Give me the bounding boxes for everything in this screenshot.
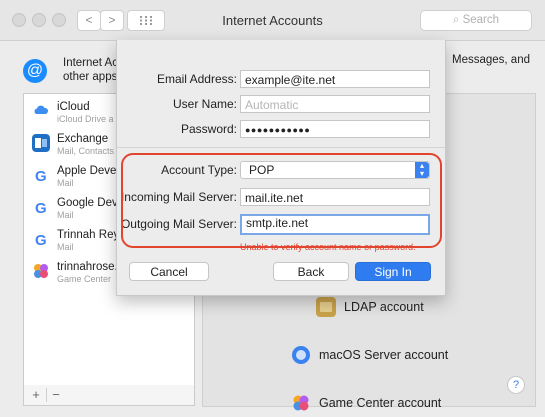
ldap-account-label: LDAP account [344, 300, 424, 314]
header-line-1: Internet Ac [63, 57, 118, 69]
search-field[interactable]: ⌕ Search [420, 10, 532, 31]
svg-text:G: G [35, 168, 47, 184]
sidebar-bottom-bar: + − [23, 385, 195, 406]
help-button[interactable]: ? [507, 376, 525, 394]
account-subtitle: iCloud Drive a [57, 114, 114, 124]
account-name: iCloud [57, 101, 90, 113]
macos-server-account-label: macOS Server account [319, 348, 449, 362]
account-name: Exchange [57, 133, 109, 145]
account-subtitle: Mail [57, 210, 74, 220]
cancel-button[interactable]: Cancel [129, 262, 209, 281]
account-name: Trinnah Rey [57, 229, 120, 241]
game-center-icon [34, 264, 48, 278]
account-name: trinnahrose. [57, 261, 118, 273]
account-subtitle: Mail [57, 242, 74, 252]
search-icon: ⌕ [452, 14, 463, 26]
sign-in-button[interactable]: Sign In [355, 262, 431, 281]
account-name: Apple Devel [57, 165, 120, 177]
account-subtitle: Mail [57, 178, 74, 188]
google-icon: G [35, 168, 47, 184]
password-label: Password: [180, 122, 237, 136]
back-button[interactable]: Back [273, 262, 349, 281]
internet-accounts-window: < > Internet Accounts ⌕ Search @ Interne… [0, 0, 545, 416]
account-name: Google Deve [57, 197, 125, 209]
account-subtitle: Mail, Contacts [57, 146, 115, 156]
remove-account-button[interactable]: − [46, 388, 65, 402]
password-field[interactable]: ●●●●●●●●●●● [240, 120, 430, 138]
user-name-label: User Name: [172, 97, 237, 111]
svg-text:G: G [35, 200, 47, 216]
email-address-field[interactable]: example@ite.net [240, 70, 430, 88]
google-icon: G [35, 200, 47, 216]
game-center-account-label: Game Center account [319, 396, 442, 410]
title-bar: < > Internet Accounts ⌕ Search [0, 0, 545, 41]
game-center-icon [293, 395, 309, 411]
user-name-field[interactable]: Automatic [240, 95, 430, 113]
header-line-2: other apps [63, 71, 118, 83]
header-description: Internet Ac other apps [63, 56, 123, 84]
header-description-right: Messages, and [452, 54, 530, 66]
separator [117, 147, 445, 148]
internet-accounts-at-icon: @ [23, 59, 47, 83]
ldap-icon [316, 297, 336, 317]
search-placeholder: Search [462, 14, 500, 26]
svg-text:G: G [35, 232, 47, 248]
add-account-button[interactable]: + [27, 388, 45, 402]
exchange-icon [32, 134, 50, 152]
highlight-annotation [121, 153, 442, 248]
account-subtitle: Game Center [57, 274, 112, 284]
icloud-icon [32, 102, 50, 120]
macos-server-icon [292, 346, 310, 364]
email-address-label: Email Address: [156, 72, 237, 86]
google-icon: G [35, 232, 47, 248]
